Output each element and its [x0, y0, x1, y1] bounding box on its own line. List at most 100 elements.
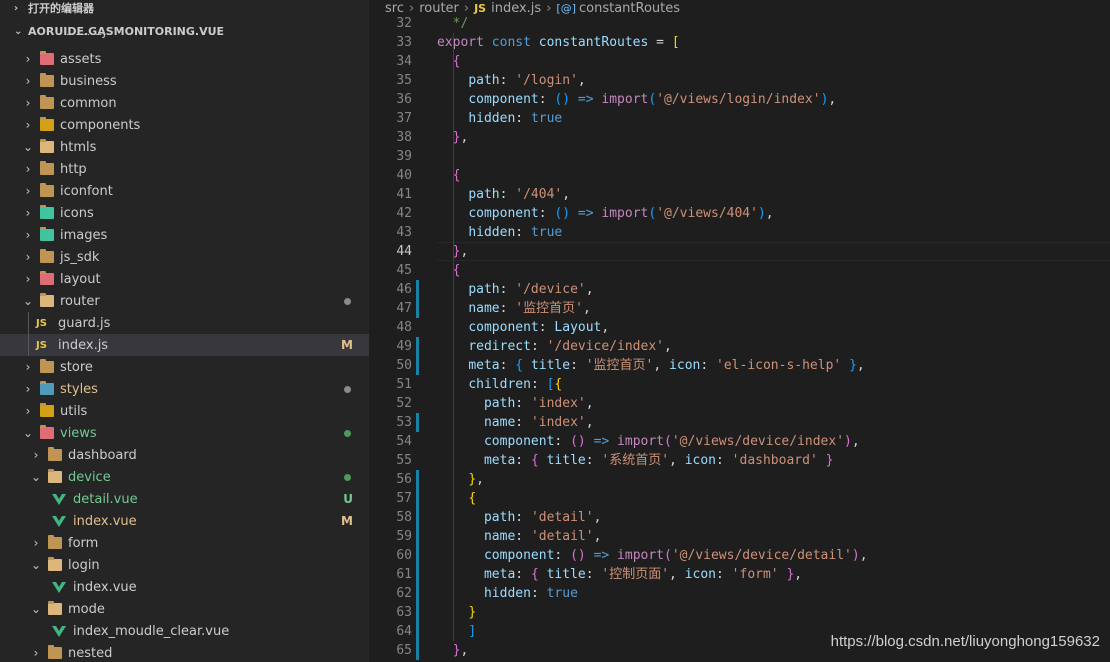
chevron-right-icon[interactable]: › [28, 646, 44, 660]
code-line[interactable]: 32 */ [369, 14, 1110, 33]
tree-item-iconfont[interactable]: › iconfont [0, 180, 369, 202]
tree-item-layout[interactable]: › layout [0, 268, 369, 290]
tree-item-styles[interactable]: › styles [0, 378, 369, 400]
git-change-marker[interactable] [416, 527, 419, 546]
code-line[interactable]: 55 meta: { title: '系统首页', icon: 'dashboa… [369, 451, 1110, 470]
code-line[interactable]: 45 { [369, 261, 1110, 280]
code-line[interactable]: 51 children: [{ [369, 375, 1110, 394]
code-line[interactable]: 43 hidden: true [369, 223, 1110, 242]
chevron-right-icon[interactable]: › [20, 228, 36, 242]
chevron-right-icon[interactable]: › [20, 118, 36, 132]
chevron-down-icon[interactable]: ⌄ [20, 140, 36, 154]
git-change-marker[interactable] [416, 299, 419, 318]
code-line[interactable]: 57 { [369, 489, 1110, 508]
git-change-marker[interactable] [416, 622, 419, 641]
tree-item-form[interactable]: › form [0, 532, 369, 554]
tree-item-index-js[interactable]: JS index.js M [0, 334, 369, 356]
code-line[interactable]: 61 meta: { title: '控制页面', icon: 'form' }… [369, 565, 1110, 584]
tree-item-http[interactable]: › http [0, 158, 369, 180]
code-line[interactable]: 49 redirect: '/device/index', [369, 337, 1110, 356]
git-change-marker[interactable] [416, 508, 419, 527]
chevron-right-icon[interactable]: › [20, 360, 36, 374]
git-change-marker[interactable] [416, 603, 419, 622]
code-line[interactable]: 62 hidden: true [369, 584, 1110, 603]
tree-item-store[interactable]: › store [0, 356, 369, 378]
tree-item-common[interactable]: › common [0, 92, 369, 114]
git-change-marker[interactable] [416, 470, 419, 489]
code-line[interactable]: 38 }, [369, 128, 1110, 147]
tree-item-js-sdk[interactable]: › js_sdk [0, 246, 369, 268]
code-line[interactable]: 60 component: () => import('@/views/devi… [369, 546, 1110, 565]
tree-item-device[interactable]: ⌄ device [0, 466, 369, 488]
code-line[interactable]: 58 path: 'detail', [369, 508, 1110, 527]
code-line[interactable]: 63 } [369, 603, 1110, 622]
code-line[interactable]: 56 }, [369, 470, 1110, 489]
code-line[interactable]: 44 }, [369, 242, 1110, 261]
chevron-right-icon[interactable]: › [20, 96, 36, 110]
tree-item-nested[interactable]: › nested [0, 642, 369, 662]
chevron-right-icon[interactable]: › [20, 162, 36, 176]
chevron-down-icon[interactable]: ⌄ [28, 558, 44, 572]
git-change-marker[interactable] [416, 584, 419, 603]
tree-item-components[interactable]: › components [0, 114, 369, 136]
code-line[interactable]: 42 component: () => import('@/views/404'… [369, 204, 1110, 223]
tree-item-guard-js[interactable]: JS guard.js [0, 312, 369, 334]
chevron-right-icon[interactable]: › [28, 448, 44, 462]
tree-item-login[interactable]: ⌄ login [0, 554, 369, 576]
chevron-right-icon[interactable]: › [20, 404, 36, 418]
tree-item-htmls[interactable]: ⌄ htmls [0, 136, 369, 158]
tree-item-partial[interactable]: main.js [0, 34, 369, 42]
chevron-down-icon[interactable]: ⌄ [20, 426, 36, 440]
tree-item-mode[interactable]: ⌄ mode [0, 598, 369, 620]
tree-item-views[interactable]: ⌄ views [0, 422, 369, 444]
code-line[interactable]: 36 component: () => import('@/views/logi… [369, 90, 1110, 109]
code-line[interactable]: 53 name: 'index', [369, 413, 1110, 432]
git-change-marker[interactable] [416, 489, 419, 508]
tree-item-images[interactable]: › images [0, 224, 369, 246]
tree-item-utils[interactable]: › utils [0, 400, 369, 422]
code-line[interactable]: 59 name: 'detail', [369, 527, 1110, 546]
tree-item-router[interactable]: ⌄ router [0, 290, 369, 312]
tree-item-icons[interactable]: › icons [0, 202, 369, 224]
git-change-marker[interactable] [416, 546, 419, 565]
code-line[interactable]: 52 path: 'index', [369, 394, 1110, 413]
chevron-right-icon[interactable]: › [20, 250, 36, 264]
chevron-right-icon[interactable]: › [20, 74, 36, 88]
code-line[interactable]: 48 component: Layout, [369, 318, 1110, 337]
code-line[interactable]: 34 { [369, 52, 1110, 71]
code-line[interactable]: 35 path: '/login', [369, 71, 1110, 90]
chevron-down-icon[interactable]: ⌄ [28, 470, 44, 484]
chevron-right-icon[interactable]: › [20, 184, 36, 198]
open-editors-header[interactable]: › 打开的编辑器 [0, 0, 369, 19]
code-line[interactable]: 41 path: '/404', [369, 185, 1110, 204]
chevron-right-icon[interactable]: › [20, 272, 36, 286]
tree-item-detail-vue[interactable]: detail.vue U [0, 488, 369, 510]
chevron-right-icon[interactable]: › [20, 52, 36, 66]
git-change-marker[interactable] [416, 356, 419, 375]
tree-item-assets[interactable]: › assets [0, 48, 369, 70]
tree-item-index-moudle-clear-vue[interactable]: index_moudle_clear.vue [0, 620, 369, 642]
code-line[interactable]: 47 name: '监控首页', [369, 299, 1110, 318]
git-change-marker[interactable] [416, 280, 419, 299]
chevron-right-icon[interactable]: › [28, 536, 44, 550]
code-editor[interactable]: src › router › JS index.js › [@] constan… [369, 0, 1110, 662]
git-change-marker[interactable] [416, 565, 419, 584]
tree-item-index-vue[interactable]: index.vue [0, 576, 369, 598]
code-line[interactable]: 50 meta: { title: '监控首页', icon: 'el-icon… [369, 356, 1110, 375]
chevron-down-icon[interactable]: ⌄ [20, 294, 36, 308]
git-change-marker[interactable] [416, 337, 419, 356]
code-line[interactable]: 39 [369, 147, 1110, 166]
chevron-right-icon[interactable]: › [20, 206, 36, 220]
code-line[interactable]: 33 export const constantRoutes = [ [369, 33, 1110, 52]
tree-item-dashboard[interactable]: › dashboard [0, 444, 369, 466]
tree-item-business[interactable]: › business [0, 70, 369, 92]
code-line[interactable]: 37 hidden: true [369, 109, 1110, 128]
git-change-marker[interactable] [416, 413, 419, 432]
chevron-down-icon[interactable]: ⌄ [28, 602, 44, 616]
code-line[interactable]: 40 { [369, 166, 1110, 185]
chevron-right-icon[interactable]: › [20, 382, 36, 396]
tree-item-index-vue[interactable]: index.vue M [0, 510, 369, 532]
git-change-marker[interactable] [416, 641, 419, 660]
code-line[interactable]: 46 path: '/device', [369, 280, 1110, 299]
code-line[interactable]: 54 component: () => import('@/views/devi… [369, 432, 1110, 451]
